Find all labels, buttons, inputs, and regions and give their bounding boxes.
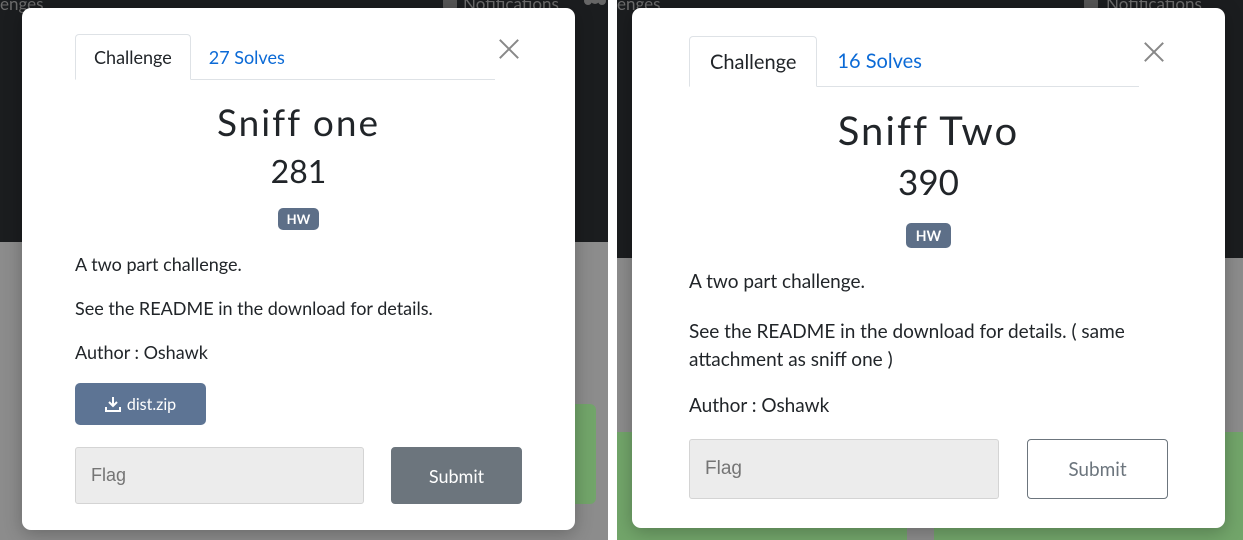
tab-challenge[interactable]: Challenge	[689, 36, 818, 87]
download-label: dist.zip	[126, 394, 177, 414]
close-icon[interactable]	[1138, 36, 1170, 68]
tab-challenge[interactable]: Challenge	[75, 34, 191, 80]
category-tag: HW	[277, 208, 320, 230]
challenge-modal: Challenge 27 Solves Sniff one 281 HW A t…	[22, 8, 575, 530]
description-line: See the README in the download for detai…	[689, 320, 1125, 371]
close-icon[interactable]	[494, 34, 524, 64]
download-button[interactable]: dist.zip	[75, 383, 206, 425]
challenge-modal: Challenge 16 Solves Sniff Two 390 HW A t…	[632, 8, 1225, 528]
challenge-title: Sniff Two	[837, 106, 1020, 154]
description-line: See the README in the download for detai…	[75, 297, 433, 319]
modal-tabs: Challenge 16 Solves	[689, 36, 1139, 87]
challenge-title: Sniff one	[216, 99, 381, 144]
challenge-points: 390	[898, 161, 959, 203]
author-line: Author : Oshawk	[689, 394, 830, 417]
category-tag: HW	[905, 223, 952, 248]
description-line: A two part challenge.	[689, 270, 865, 293]
tag-row: HW	[632, 223, 1225, 248]
tab-solves[interactable]: 16 Solves	[817, 36, 941, 86]
download-icon	[104, 397, 121, 412]
author-line: Author : Oshawk	[75, 341, 208, 363]
submit-button[interactable]: Submit	[391, 447, 522, 504]
tab-solves[interactable]: 27 Solves	[191, 34, 303, 79]
submit-button[interactable]: Submit	[1027, 439, 1168, 499]
description-line: A two part challenge.	[75, 253, 242, 275]
challenge-points: 281	[270, 151, 327, 190]
flag-input[interactable]	[75, 447, 364, 504]
flag-input[interactable]	[689, 439, 999, 499]
users-icon	[584, 0, 606, 10]
right-screenshot-panel: enges Notifications Challenge 16 Solves …	[617, 0, 1243, 540]
tag-row: HW	[22, 208, 575, 230]
screenshot-divider	[608, 0, 617, 540]
modal-tabs: Challenge 27 Solves	[75, 34, 495, 80]
left-screenshot-panel: enges Notifications Challenge 27 Solves …	[0, 0, 608, 540]
